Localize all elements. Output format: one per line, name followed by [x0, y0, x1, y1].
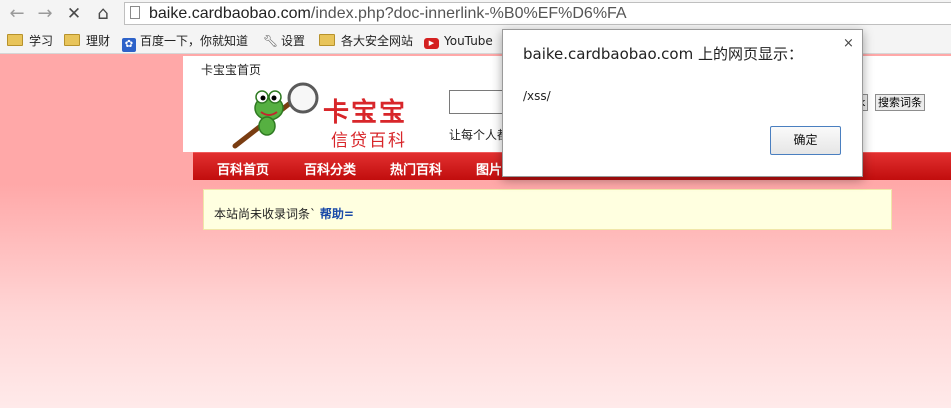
- folder-icon: [64, 34, 80, 46]
- page-icon: [130, 6, 140, 19]
- stop-icon[interactable]: ✕: [63, 3, 85, 25]
- logo-title: 卡宝宝: [323, 98, 408, 128]
- help-link[interactable]: 帮助=: [320, 207, 354, 221]
- url-host: baike.cardbaobao.com: [149, 5, 311, 22]
- forward-arrow-icon[interactable]: →: [34, 3, 56, 25]
- home-link[interactable]: 卡宝宝首页: [201, 61, 261, 78]
- browser-toolbar: ← → ✕ ⌂ baike.cardbaobao.com/index.php?d…: [0, 0, 951, 29]
- bookmark-study[interactable]: 学习: [7, 33, 53, 49]
- ok-button[interactable]: 确定: [770, 126, 841, 155]
- nav-item-home[interactable]: 百科首页: [217, 159, 269, 178]
- search-entry-button[interactable]: 搜索词条: [875, 94, 925, 111]
- bookmark-label: 各大安全网站: [341, 34, 414, 48]
- notice-text: 本站尚未收录词条` 帮助=: [214, 205, 354, 222]
- bookmark-youtube[interactable]: ▶ YouTube: [424, 33, 493, 49]
- nav-item-images[interactable]: 图片: [476, 159, 502, 178]
- bookmark-security-sites[interactable]: 各大安全网站: [319, 33, 413, 49]
- bookmark-label: 百度一下，你就知道: [140, 34, 249, 48]
- bookmark-finance[interactable]: 理财: [64, 33, 110, 49]
- nav-item-popular[interactable]: 热门百科: [390, 159, 442, 178]
- close-icon[interactable]: ×: [843, 36, 854, 51]
- wrench-icon: 🔧︎: [263, 34, 279, 48]
- bookmark-label: 学习: [29, 34, 54, 48]
- baidu-paw-icon: ✿: [122, 38, 136, 52]
- home-icon[interactable]: ⌂: [92, 3, 114, 25]
- notice-box: 本站尚未收录词条` 帮助=: [203, 189, 892, 230]
- bookmark-label: 设置: [281, 34, 306, 48]
- bookmark-settings[interactable]: 🔧︎ 设置: [263, 33, 305, 49]
- dialog-title: baike.cardbaobao.com 上的网页显示：: [523, 45, 803, 63]
- search-input[interactable]: [449, 90, 509, 114]
- folder-icon: [7, 34, 23, 46]
- bookmark-label: 理财: [86, 34, 111, 48]
- slogan-text: 让每个人都: [449, 128, 510, 142]
- address-bar[interactable]: baike.cardbaobao.com/index.php?doc-inner…: [124, 2, 951, 25]
- nav-item-categories[interactable]: 百科分类: [304, 159, 356, 178]
- url-text: baike.cardbaobao.com/index.php?doc-inner…: [149, 4, 627, 24]
- folder-icon: [319, 34, 335, 46]
- logo-subtitle: 信贷百科: [331, 131, 407, 151]
- dialog-message: /xss/: [523, 89, 551, 103]
- notice-message: 本站尚未收录词条`: [214, 207, 317, 221]
- url-path: /index.php?doc-innerlink-%B0%EF%D6%FA: [310, 5, 627, 22]
- bookmark-label: YouTube: [444, 34, 493, 48]
- alert-dialog: baike.cardbaobao.com 上的网页显示： × /xss/ 确定: [502, 29, 863, 177]
- youtube-icon: ▶: [424, 38, 439, 49]
- frog-mascot-logo-icon: [232, 82, 319, 149]
- bookmark-baidu[interactable]: ✿ 百度一下，你就知道: [122, 33, 249, 52]
- back-arrow-icon[interactable]: ←: [6, 3, 28, 25]
